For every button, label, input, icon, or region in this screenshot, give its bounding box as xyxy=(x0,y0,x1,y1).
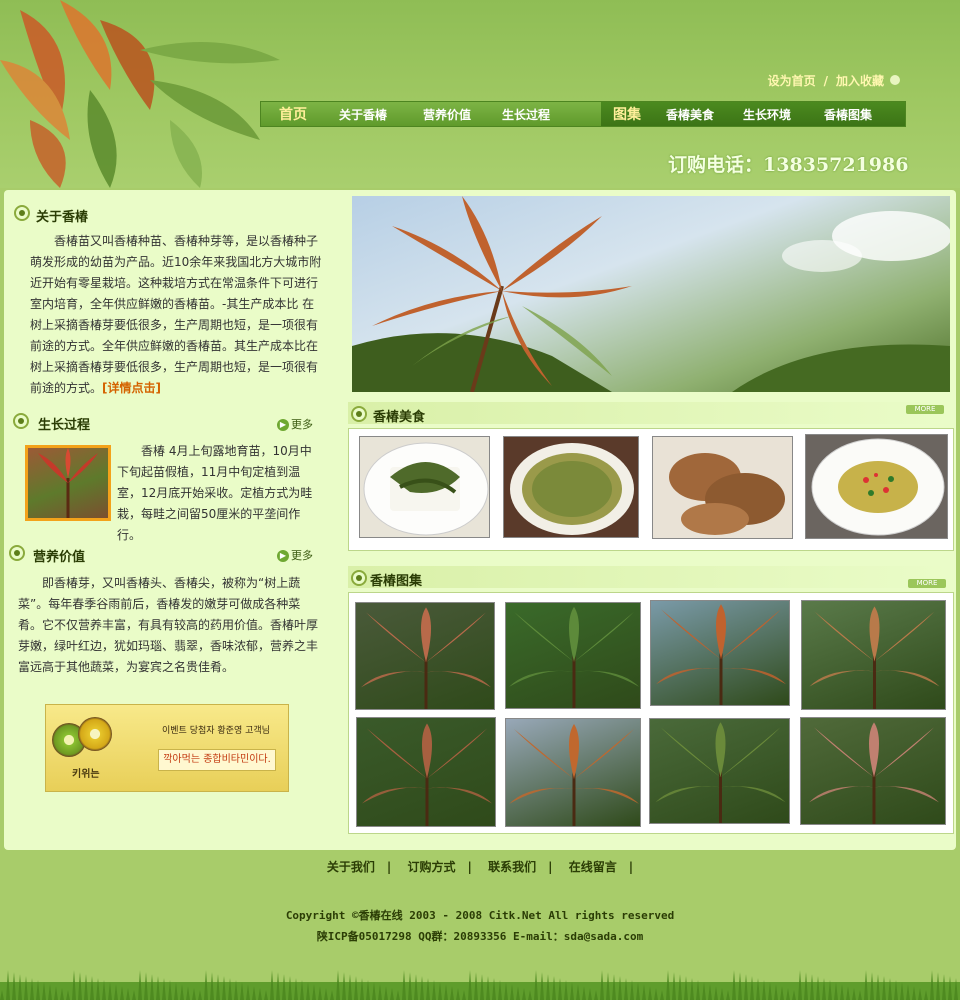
album-thumb-1[interactable] xyxy=(355,602,495,710)
album-thumb-2[interactable] xyxy=(505,602,641,709)
hero-banner-image xyxy=(352,196,950,392)
footer-links: 关于我们 | 订购方式 | 联系我们 | 在线留言 | xyxy=(326,860,634,874)
nav-environment[interactable]: 生长环境 xyxy=(743,106,791,123)
about-text: 香椿苗又叫香椿种苗、香椿种芽等，是以香椿种子萌发形成的幼苗为产品。近10余年来我… xyxy=(30,234,322,395)
nutrition-more-link[interactable]: ▶ 更多 xyxy=(277,547,313,563)
arrow-icon: ▶ xyxy=(277,419,289,431)
ad-top-text: 이벤트 당첨자 황준영 고객님 xyxy=(162,726,270,736)
toon-leaf-logo-image xyxy=(0,0,280,188)
album-thumb-3[interactable] xyxy=(650,600,790,706)
bullet-icon xyxy=(351,406,367,422)
bullet-icon xyxy=(13,413,29,429)
food-thumb-2[interactable] xyxy=(503,436,639,538)
order-phone: 订购电话：13835721986 xyxy=(668,154,909,176)
footer-link-about[interactable]: 关于我们 xyxy=(327,860,375,874)
album-thumb-5[interactable] xyxy=(356,717,496,827)
main-nav: 首页 关于香椿 营养价值 生长过程 图集 香椿美食 生长环境 香椿图集 xyxy=(260,101,906,127)
bullet-icon xyxy=(9,545,25,561)
ad-brand-text: 키위는 xyxy=(72,769,100,780)
footer-link-order[interactable]: 订购方式 xyxy=(408,860,456,874)
growth-text: 香椿 4月上旬露地育苗，10月中下旬起苗假植，11月中旬定植到温室，12月底开始… xyxy=(117,444,313,542)
arrow-icon xyxy=(890,75,900,85)
about-title: 关于香椿 xyxy=(36,210,89,225)
album-thumb-6[interactable] xyxy=(505,718,641,827)
nav-about[interactable]: 关于香椿 xyxy=(339,106,387,123)
icp-text: 陕ICP备05017298 QQ群：20893356 E-mail：sda@sa… xyxy=(316,930,644,943)
ad-bottom-text: 깍아먹는 종합비타민이다. xyxy=(158,749,276,771)
food-thumb-3[interactable] xyxy=(652,436,793,539)
growth-title: 生长过程 xyxy=(38,418,91,433)
food-thumb-4[interactable] xyxy=(805,434,948,539)
copyright-text: Copyright ©香椿在线 2003 - 2008 Citk.Net All… xyxy=(285,909,675,922)
nutrition-text: 即香椿芽，又叫香椿头、香椿尖，被称为“树上蔬菜”。每年春季谷雨前后，香椿发的嫩芽… xyxy=(18,576,319,674)
nav-food[interactable]: 香椿美食 xyxy=(666,106,714,123)
album-title: 香椿图集 xyxy=(370,574,423,589)
album-more-button[interactable]: MORE xyxy=(908,579,946,588)
food-title: 香椿美食 xyxy=(373,410,426,425)
nav-growth[interactable]: 生长过程 xyxy=(502,106,550,123)
growth-thumbnail[interactable] xyxy=(25,445,111,521)
album-thumb-8[interactable] xyxy=(800,717,946,825)
link-separator: / xyxy=(823,74,828,88)
album-thumb-7[interactable] xyxy=(649,718,790,824)
nav-nutrition[interactable]: 营养价值 xyxy=(423,106,471,123)
add-favorite-link[interactable]: 加入收藏 xyxy=(836,74,884,88)
grass-decoration xyxy=(0,970,960,1000)
food-more-button[interactable]: MORE xyxy=(906,405,944,414)
growth-more-link[interactable]: ▶ 更多 xyxy=(277,416,313,432)
nav-gallery[interactable]: 图集 xyxy=(613,104,641,124)
food-thumb-1[interactable] xyxy=(359,436,490,538)
album-thumb-4[interactable] xyxy=(801,600,946,710)
top-links: 设为首页 / 加入收藏 xyxy=(764,72,904,89)
bullet-icon xyxy=(14,205,30,221)
detail-link[interactable]: [详情点击] xyxy=(102,381,161,395)
footer-link-message[interactable]: 在线留言 xyxy=(569,860,617,874)
set-home-link[interactable]: 设为首页 xyxy=(768,74,816,88)
arrow-icon: ▶ xyxy=(277,550,289,562)
nutrition-title: 营养价值 xyxy=(33,550,86,565)
nav-album[interactable]: 香椿图集 xyxy=(824,106,872,123)
kiwi-advertisement[interactable]: 키위는 이벤트 당첨자 황준영 고객님 깍아먹는 종합비타민이다. xyxy=(45,704,289,792)
nav-home[interactable]: 首页 xyxy=(279,104,307,124)
header: 设为首页 / 加入收藏 首页 关于香椿 营养价值 生长过程 图集 香椿美食 生长环境… xyxy=(0,0,960,188)
footer-link-contact[interactable]: 联系我们 xyxy=(488,860,536,874)
bullet-icon xyxy=(351,570,367,586)
kiwi-fruit-image xyxy=(52,715,112,765)
